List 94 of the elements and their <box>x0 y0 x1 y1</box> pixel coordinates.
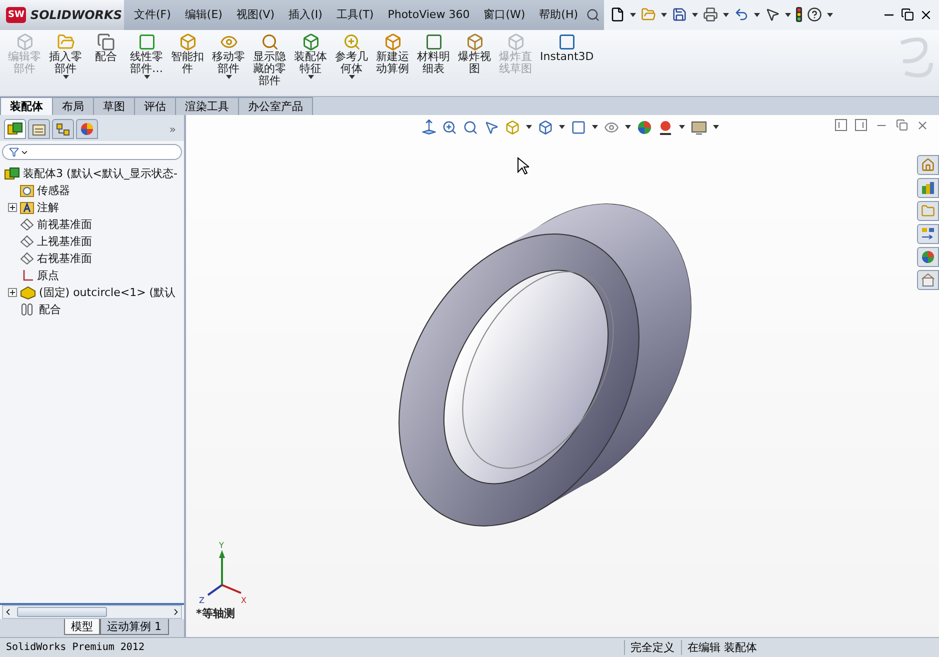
appearances-tab[interactable] <box>917 247 939 267</box>
ribbon-command[interactable]: 移动零 部件 <box>208 33 249 79</box>
ribbon-command[interactable]: 参考几 何体 <box>331 33 372 79</box>
tree-item[interactable]: 上视基准面 <box>4 233 184 250</box>
plane-icon <box>20 235 34 248</box>
expand-panel-button[interactable]: » <box>169 122 180 136</box>
view-palette-tab[interactable] <box>917 224 939 244</box>
new-document-icon[interactable] <box>610 7 626 22</box>
ribbon-command[interactable]: 配合 <box>86 33 126 63</box>
help-icon[interactable] <box>807 7 822 22</box>
ribbon-command[interactable]: 插入零 部件 <box>45 33 86 79</box>
tree-item[interactable]: 原点 <box>4 267 184 284</box>
horizontal-scrollbar[interactable] <box>2 605 182 619</box>
split-right-icon[interactable] <box>855 119 867 131</box>
menu-item[interactable]: 编辑(E) <box>178 4 228 25</box>
part-icon <box>20 286 36 300</box>
undo-icon[interactable] <box>734 7 750 22</box>
part-icon <box>16 33 34 51</box>
books-icon <box>921 181 935 195</box>
properties-icon <box>921 273 935 287</box>
menu-item[interactable]: 帮助(H) <box>533 4 584 25</box>
annotation-folder-icon <box>20 201 34 214</box>
tree-item[interactable]: 配合 <box>4 301 184 318</box>
ribbon-command[interactable]: 材料明 细表 <box>413 33 454 75</box>
command-tab[interactable]: 渲染工具 <box>175 97 239 115</box>
custom-properties-tab[interactable] <box>917 270 939 290</box>
restore-icon[interactable] <box>901 8 914 21</box>
command-tab[interactable]: 草图 <box>93 97 135 115</box>
split-left-icon[interactable] <box>835 119 847 131</box>
color-ball-icon <box>80 122 94 136</box>
logo-mark: SW <box>6 6 26 22</box>
house-icon <box>921 158 935 172</box>
menu-item[interactable]: 窗口(W) <box>478 4 532 25</box>
status-field: 在编辑 装配体 <box>680 640 763 655</box>
filter-field[interactable] <box>2 144 182 160</box>
ribbon-command[interactable]: 显示隐 藏的零 部件 <box>249 33 290 87</box>
design-library-tab[interactable] <box>917 178 939 198</box>
product-name: SolidWorks Premium 2012 <box>6 642 144 653</box>
configuration-icon <box>56 122 70 136</box>
model-tab[interactable]: 模型 <box>64 619 100 635</box>
tree-item[interactable]: 右视基准面 <box>4 250 184 267</box>
color-ball-icon[interactable] <box>637 120 652 134</box>
command-tab[interactable]: 布局 <box>52 97 94 115</box>
tree-item[interactable]: 前视基准面 <box>4 216 184 233</box>
command-tab[interactable]: 装配体 <box>0 97 53 115</box>
command-tab[interactable]: 办公室产品 <box>238 97 313 115</box>
assembly-icon <box>7 122 23 136</box>
view-name: *等轴测 <box>196 606 235 621</box>
menu-item[interactable]: 工具(T) <box>330 4 380 25</box>
property-icon <box>32 122 46 136</box>
zoom-in-icon[interactable] <box>442 120 457 134</box>
appearance-tab[interactable] <box>76 119 98 139</box>
sensor-folder-icon <box>20 184 34 197</box>
configuration-tab[interactable] <box>52 119 74 139</box>
traffic-light-icon[interactable] <box>796 7 802 22</box>
ribbon-command[interactable]: 爆炸视 图 <box>454 33 495 75</box>
menu-item[interactable]: 视图(V) <box>230 4 281 25</box>
tree-item[interactable]: 传感器 <box>4 182 184 199</box>
monitor-icon[interactable] <box>691 120 707 134</box>
ribbon-command[interactable]: 新建运 动算例 <box>372 33 413 75</box>
home-tab[interactable] <box>917 155 939 175</box>
normal-to-icon[interactable] <box>422 119 436 135</box>
save-icon[interactable] <box>672 7 688 22</box>
axis-triad-drawing: Y Z X <box>199 541 246 605</box>
menu-item[interactable]: PhotoView 360 <box>382 5 476 24</box>
menu-item[interactable]: 文件(F) <box>128 4 177 25</box>
tree-item[interactable]: (固定) outcircle<1> (默认 <box>4 284 184 301</box>
folder-icon <box>921 204 935 218</box>
filter-icon[interactable] <box>9 147 19 157</box>
command-tab[interactable]: 评估 <box>134 97 176 115</box>
ribbon-command[interactable]: 线性零 部件… <box>126 33 167 79</box>
plane-icon <box>20 218 34 231</box>
plane-icon <box>20 252 34 265</box>
color-ball-icon <box>921 250 935 264</box>
status-field: 完全定义 <box>624 640 680 655</box>
expand-icon[interactable] <box>8 203 17 212</box>
view-palette-icon <box>921 227 935 241</box>
ribbon-command[interactable]: 智能扣 件 <box>167 33 208 75</box>
ribbon-command[interactable]: 装配体 特征 <box>290 33 331 79</box>
assembly-icon <box>4 166 20 180</box>
feature-tree-tab[interactable] <box>4 119 26 139</box>
logo-text: SOLIDWORKS <box>30 8 122 22</box>
tree-item[interactable]: 装配体3 (默认<默认_显示状态- <box>4 165 184 182</box>
tree-item[interactable]: 注解 <box>4 199 184 216</box>
property-tab[interactable] <box>28 119 50 139</box>
zoom-area-icon[interactable] <box>463 120 478 134</box>
search-icon[interactable] <box>586 8 600 22</box>
model-tab[interactable]: 运动算例 1 <box>100 619 168 635</box>
mouse-pointer-icon[interactable] <box>517 157 529 175</box>
ribbon-command[interactable]: Instant3D <box>536 33 598 63</box>
print-icon[interactable] <box>703 7 718 22</box>
select-pointer-icon[interactable] <box>765 7 780 22</box>
expand-icon[interactable] <box>8 288 17 297</box>
menu-item[interactable]: 插入(I) <box>282 4 328 25</box>
